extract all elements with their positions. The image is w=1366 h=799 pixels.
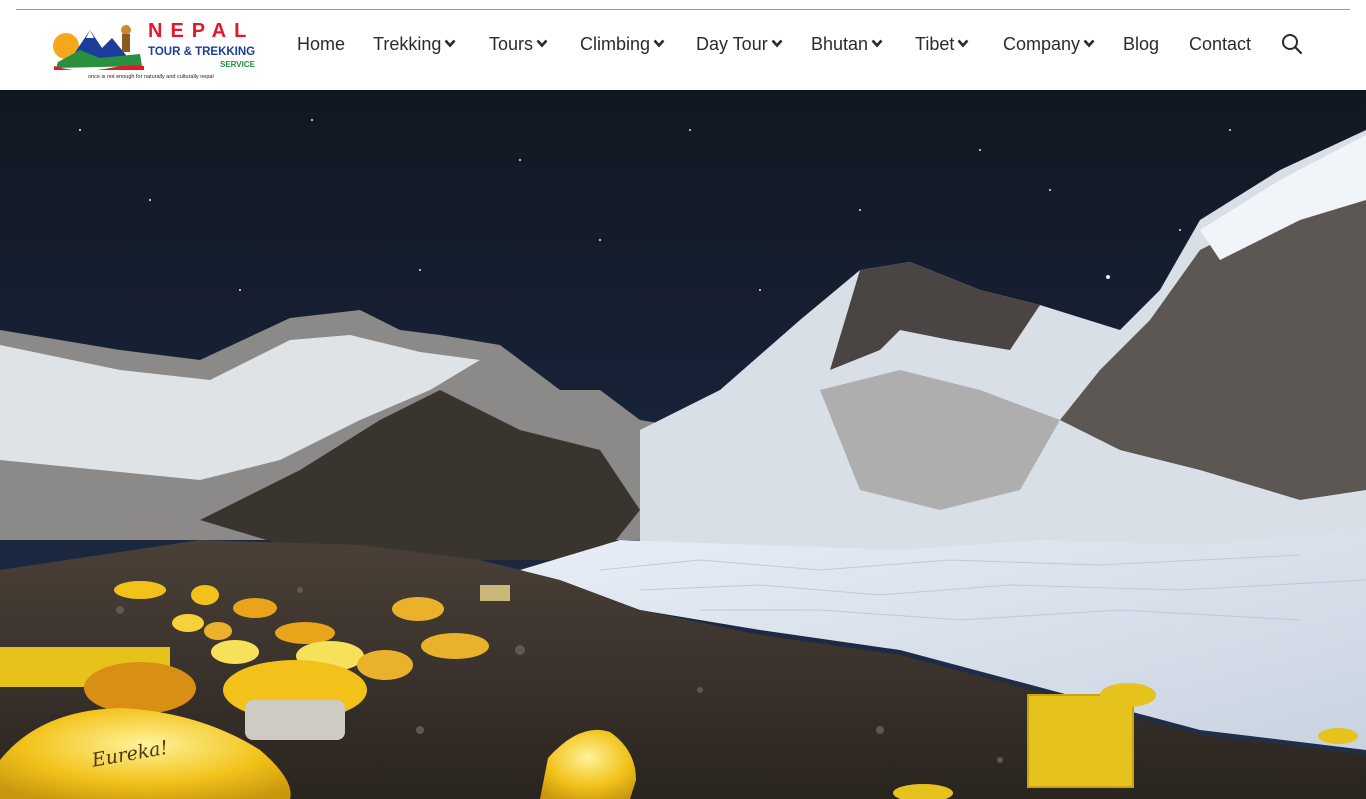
logo-tagline: once is not enough for naturally and cul… (88, 74, 214, 80)
nav-item-trekking[interactable]: Trekking (373, 34, 456, 55)
chevron-down-icon (1083, 39, 1095, 48)
nav-item-company[interactable]: Company (1003, 34, 1095, 55)
nav-item-tours[interactable]: Tours (489, 34, 548, 55)
search-icon (1282, 34, 1303, 55)
chevron-down-icon (653, 39, 665, 48)
nav-item-contact[interactable]: Contact (1189, 34, 1251, 55)
hero-banner: Eureka! (0, 90, 1366, 799)
nav-item-climbing[interactable]: Climbing (580, 34, 665, 55)
chevron-down-icon (771, 39, 783, 48)
search-button[interactable] (1280, 32, 1304, 56)
nav-item-day-tour[interactable]: Day Tour (696, 34, 783, 55)
chevron-down-icon (871, 39, 883, 48)
chevron-down-icon (957, 39, 969, 48)
logo-brand: NEPAL (148, 20, 255, 42)
nav-item-blog[interactable]: Blog (1123, 34, 1159, 55)
hero-image: Eureka! (0, 90, 1366, 799)
chevron-down-icon (536, 39, 548, 48)
site-header: NEPAL TOUR & TREKKING SERVICE once is no… (0, 10, 1366, 90)
nav-item-home[interactable]: Home (297, 34, 345, 55)
site-logo[interactable]: NEPAL TOUR & TREKKING SERVICE once is no… (50, 18, 256, 84)
nav-item-bhutan[interactable]: Bhutan (811, 34, 883, 55)
logo-service: SERVICE (220, 60, 255, 69)
nav-item-tibet[interactable]: Tibet (915, 34, 969, 55)
chevron-down-icon (444, 39, 456, 48)
logo-subtitle: TOUR & TREKKING (148, 46, 256, 58)
logo-emblem (53, 25, 144, 70)
